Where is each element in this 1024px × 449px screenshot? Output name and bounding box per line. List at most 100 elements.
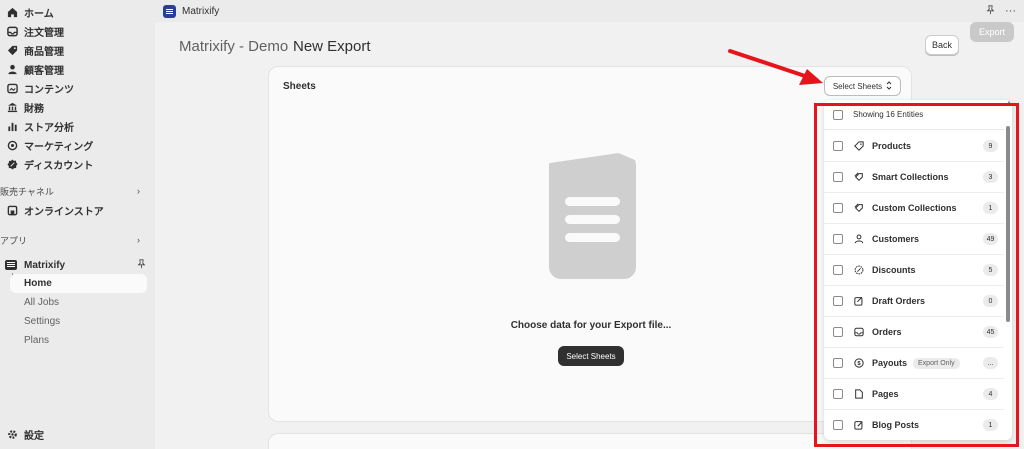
entity-count-badge: ... [983, 357, 998, 369]
chart-icon [5, 120, 19, 134]
entity-label: Payouts [872, 358, 908, 368]
dropdown-scrollbar[interactable]: ▲ [1006, 100, 1012, 440]
chevron-right-icon: › [137, 186, 140, 196]
sub-item-settings[interactable]: Settings [10, 312, 147, 331]
nav-home[interactable]: ホーム [0, 3, 54, 22]
app-name: Matrixify [24, 259, 66, 271]
image-icon [5, 82, 19, 96]
app-title: Matrixify [182, 5, 220, 17]
entities-count-label: Showing 16 Entities [853, 110, 924, 119]
sales-channels-header[interactable]: 販売チャネル › [0, 183, 150, 199]
nav-label: 財務 [24, 104, 44, 115]
sheets-title: Sheets [283, 81, 316, 92]
entity-checkbox[interactable] [833, 141, 843, 151]
entities-header: Showing 16 Entities [824, 100, 1004, 130]
chevron-updown-icon [886, 80, 892, 92]
entity-count-badge: 3 [983, 171, 998, 183]
sub-item-plans[interactable]: Plans [10, 331, 147, 350]
secondary-card [268, 433, 912, 449]
scrollbar-thumb[interactable] [1006, 126, 1010, 322]
target-icon [5, 139, 19, 153]
entity-row-discounts[interactable]: Discounts 5 [824, 255, 1004, 286]
sub-item-home[interactable]: Home [10, 274, 147, 293]
entity-row-draft-orders[interactable]: Draft Orders 0 [824, 286, 1004, 317]
nav-label: 顧客管理 [24, 66, 64, 77]
nav-products[interactable]: 商品管理 [0, 41, 64, 60]
entity-count-badge: 4 [983, 388, 998, 400]
select-sheets-dropdown[interactable]: Select Sheets [824, 76, 901, 96]
page-title: New Export [293, 38, 371, 55]
entity-count-badge: 0 [983, 295, 998, 307]
more-icon[interactable]: ··· [1005, 5, 1016, 18]
nav-label: コンテンツ [24, 85, 74, 96]
entity-checkbox[interactable] [833, 265, 843, 275]
nav-finance[interactable]: 財務 [0, 98, 44, 117]
apps-header[interactable]: アプリ › [0, 232, 150, 248]
sub-item-all-jobs[interactable]: All Jobs [10, 293, 147, 312]
export-button[interactable]: Export [970, 22, 1014, 42]
nav-analytics[interactable]: ストア分析 [0, 117, 74, 136]
nav-label: 設定 [24, 431, 44, 442]
nav-online-store[interactable]: オンラインストア [0, 201, 104, 220]
person-icon [5, 63, 19, 77]
app-topbar: Matrixify ··· [155, 0, 1024, 22]
entity-count-badge: 9 [983, 140, 998, 152]
inbox-icon [853, 326, 865, 338]
edit-icon [853, 419, 865, 431]
entity-checkbox[interactable] [833, 296, 843, 306]
entity-row-payouts[interactable]: $ Payouts Export Only ... [824, 348, 1004, 379]
export-only-badge: Export Only [913, 357, 960, 369]
entity-row-custom-collections[interactable]: Custom Collections 1 [824, 193, 1004, 224]
nav-label: ストア分析 [24, 123, 74, 134]
select-sheets-button[interactable]: Select Sheets [558, 346, 624, 366]
entity-count-badge: 1 [983, 419, 998, 431]
entity-count-badge: 1 [983, 202, 998, 214]
page-header: Matrixify - Demo New Export Back Export [155, 22, 1024, 67]
entity-row-pages[interactable]: Pages 4 [824, 379, 1004, 410]
entity-checkbox[interactable] [833, 327, 843, 337]
entity-label: Orders [872, 327, 902, 337]
entity-checkbox[interactable] [833, 234, 843, 244]
pin-icon[interactable] [986, 4, 995, 18]
nav-discounts[interactable]: ディスカウント [0, 155, 93, 174]
entity-row-smart-collections[interactable]: Smart Collections 3 [824, 162, 1004, 193]
store-icon [5, 204, 19, 218]
entity-row-customers[interactable]: Customers 49 [824, 224, 1004, 255]
collection-icon [853, 171, 865, 183]
select-sheets-label: Select Sheets [832, 81, 883, 91]
entity-checkbox[interactable] [833, 172, 843, 182]
nav-label: オンラインストア [24, 207, 104, 218]
entity-label: Discounts [872, 265, 916, 275]
entity-row-orders[interactable]: Orders 45 [824, 317, 1004, 348]
scroll-up-icon[interactable]: ▲ [1006, 100, 1012, 106]
nav-orders[interactable]: 注文管理 [0, 22, 64, 41]
entity-checkbox[interactable] [833, 203, 843, 213]
discount-icon [853, 264, 865, 276]
nav-label: マーケティング [24, 142, 94, 153]
entity-checkbox[interactable] [833, 389, 843, 399]
breadcrumb[interactable]: Matrixify - Demo [179, 38, 288, 55]
entity-row-products[interactable]: Products 9 [824, 131, 1004, 162]
nav-content[interactable]: コンテンツ [0, 79, 74, 98]
inbox-icon [5, 25, 19, 39]
gear-icon [5, 428, 19, 442]
pin-icon[interactable] [137, 258, 146, 272]
tag-icon [853, 140, 865, 152]
back-button[interactable]: Back [925, 35, 959, 55]
document-illustration-icon [549, 153, 636, 279]
page-icon [853, 388, 865, 400]
entities-dropdown: Showing 16 Entities Products 9 Smart Col… [824, 100, 1012, 440]
app-matrixify[interactable]: Matrixify [5, 256, 150, 274]
select-all-checkbox[interactable] [833, 109, 843, 120]
nav-settings[interactable]: 設定 [0, 425, 44, 444]
nav-label: 商品管理 [24, 47, 64, 58]
nav-customers[interactable]: 顧客管理 [0, 60, 64, 79]
entity-checkbox[interactable] [833, 358, 843, 368]
entity-label: Products [872, 141, 912, 151]
entity-checkbox[interactable] [833, 420, 843, 430]
tag-icon [5, 44, 19, 58]
entity-row-blog-posts[interactable]: Blog Posts 1 [824, 410, 1004, 440]
person-icon [853, 233, 865, 245]
draft-icon [853, 295, 865, 307]
nav-marketing[interactable]: マーケティング [0, 136, 93, 155]
